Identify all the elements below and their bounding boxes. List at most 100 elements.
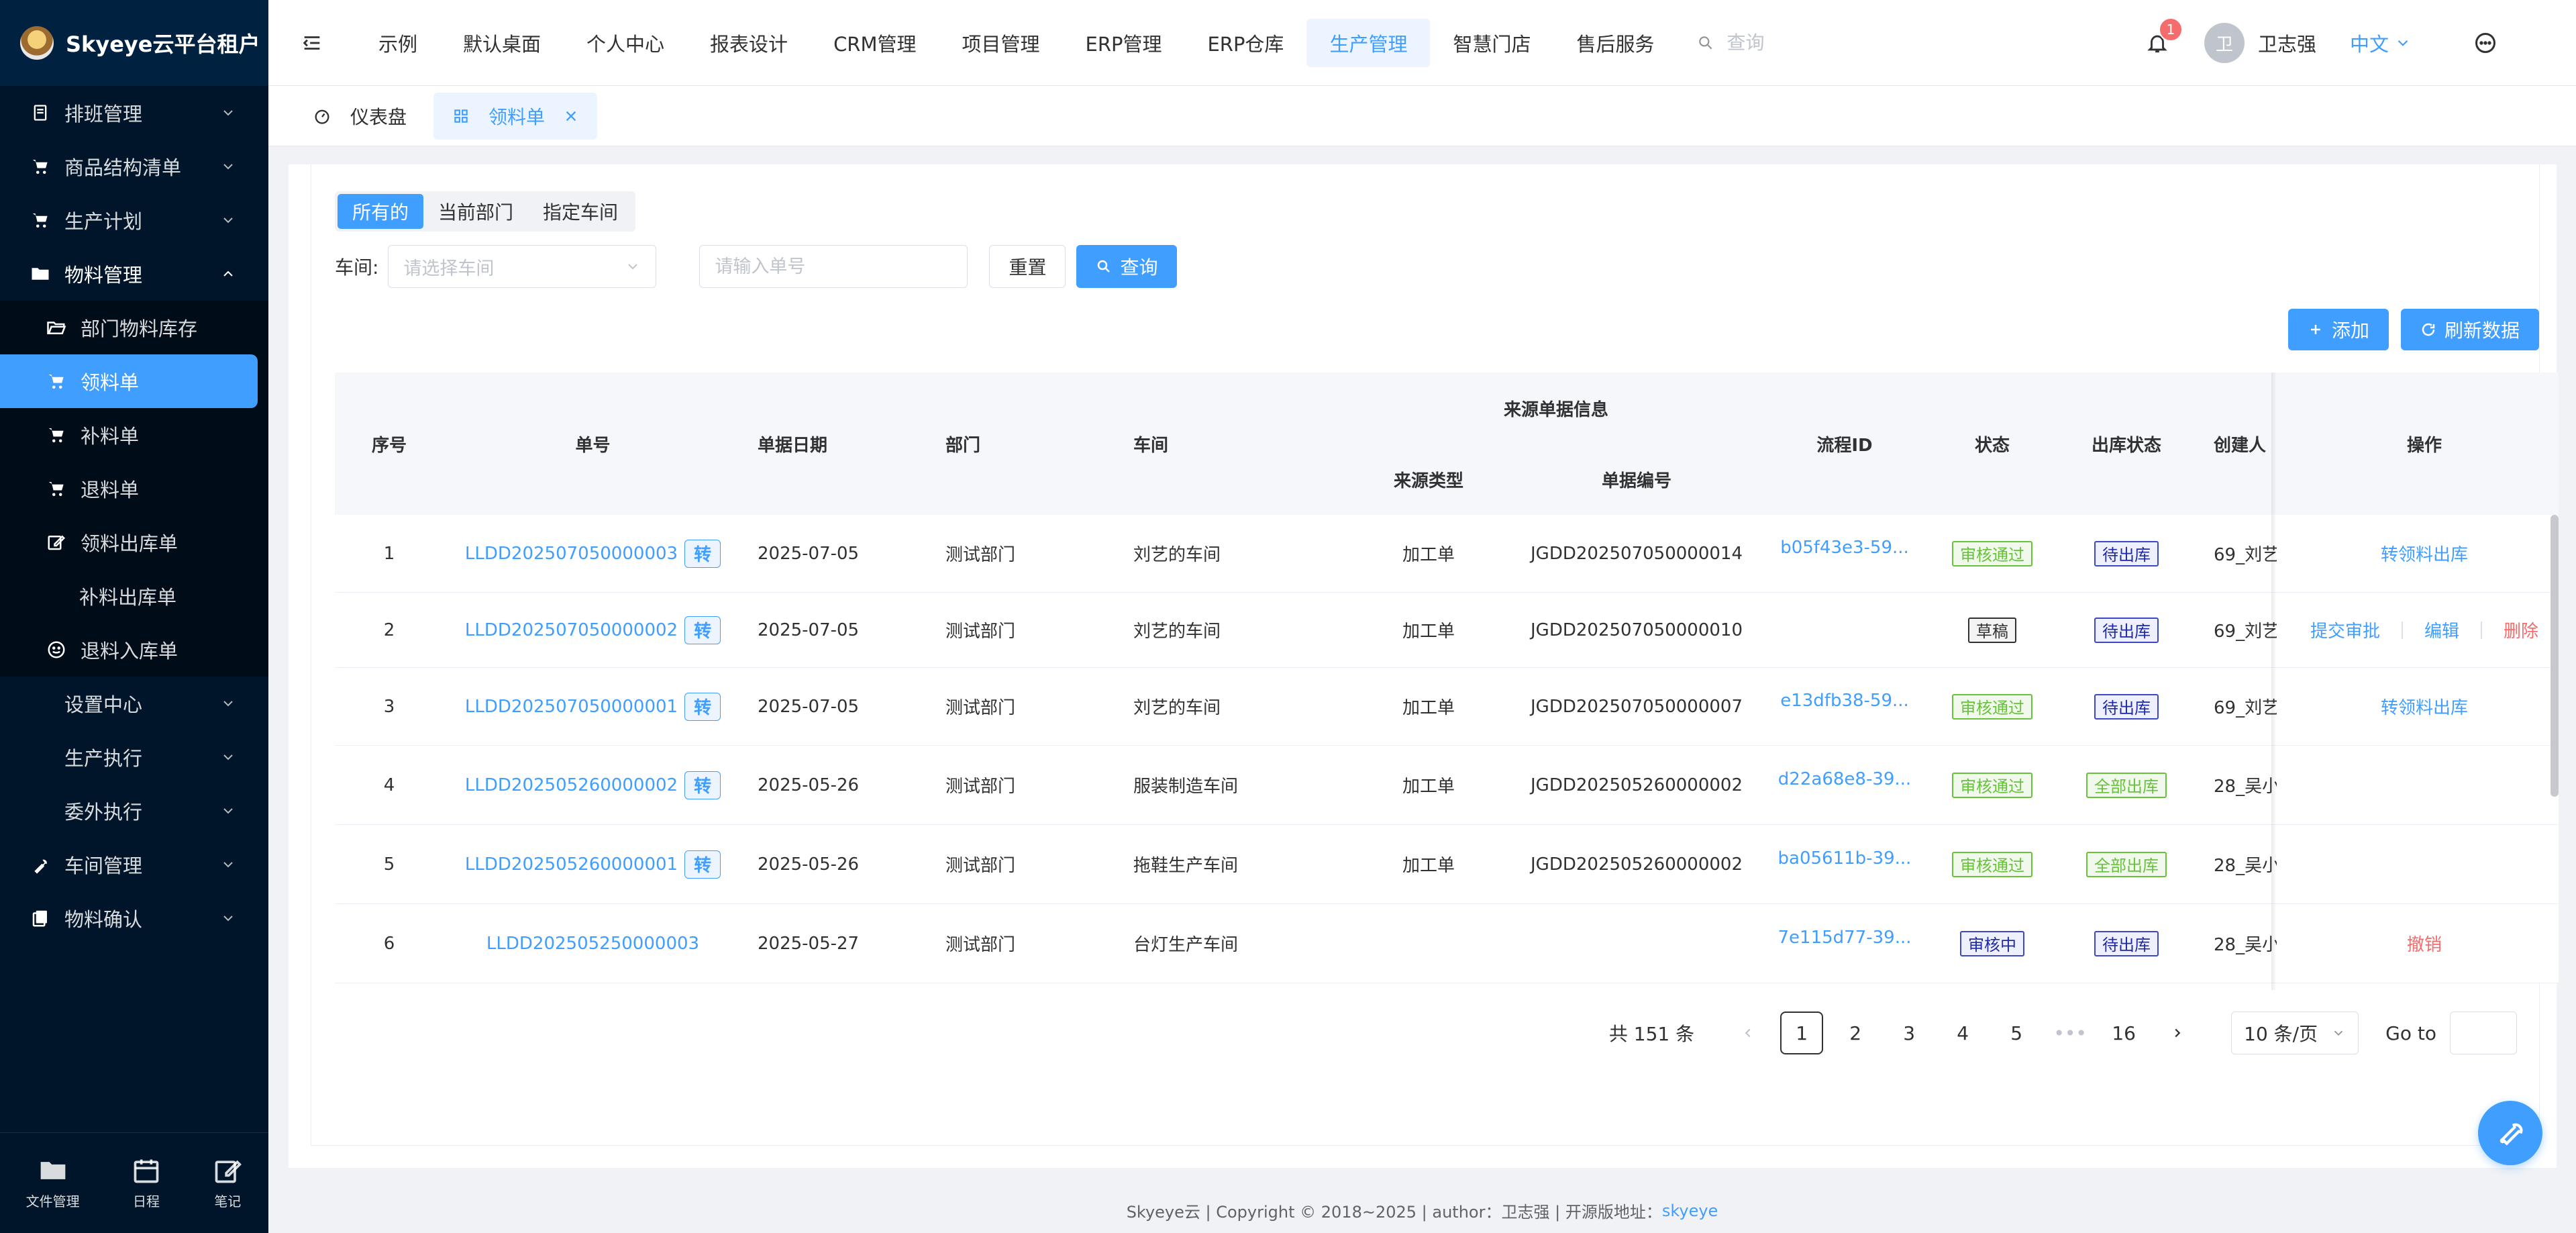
flow-id-link[interactable]: d22a68e8-39... xyxy=(1778,769,1911,789)
table-row[interactable]: 5 LLDD202505260000001 转 2025-05-26 测试部门 拖鞋生产车… xyxy=(335,825,2559,904)
avatar[interactable]: 卫 xyxy=(2204,23,2245,63)
page-4[interactable]: 4 xyxy=(1941,1012,1984,1054)
nav-report-design[interactable]: 报表设计 xyxy=(687,19,811,67)
query-button[interactable]: 查询 xyxy=(1076,245,1178,288)
convert-tag[interactable]: 转 xyxy=(684,539,721,568)
order-no-link[interactable]: LLDD202505250000003 xyxy=(486,934,699,954)
close-icon[interactable] xyxy=(564,109,578,124)
page-5[interactable]: 5 xyxy=(1995,1012,2038,1054)
table-row[interactable]: 2 LLDD202507050000002 转 2025-07-05 测试部门 刘艺的车间… xyxy=(335,593,2559,668)
cell-workshop: 服装制造车间 xyxy=(1133,746,1335,824)
add-button[interactable]: 添加 xyxy=(2287,309,2389,350)
sidebar-item-picking-order[interactable]: 领料单 xyxy=(0,354,258,408)
nav-examples[interactable]: 示例 xyxy=(356,19,440,67)
nav-personal-center[interactable]: 个人中心 xyxy=(564,19,687,67)
sidebar-item-production-exec[interactable]: 生产执行 xyxy=(0,730,268,784)
vertical-scrollbar[interactable] xyxy=(2551,515,2559,797)
table-row[interactable]: 4 LLDD202505260000002 转 2025-05-26 测试部门 服装制造车… xyxy=(335,746,2559,825)
table-row[interactable]: 1 LLDD202507050000003 转 2025-07-05 测试部门 刘艺的车间… xyxy=(335,515,2559,593)
convert-tag[interactable]: 转 xyxy=(684,692,721,721)
tab-dashboard[interactable]: 仪表盘 xyxy=(294,93,425,140)
sidebar-item-bom[interactable]: 商品结构清单 xyxy=(0,140,268,193)
page-16[interactable]: 16 xyxy=(2102,1012,2145,1054)
cell-date: 2025-07-05 xyxy=(758,515,932,592)
nav-erp-warehouse[interactable]: ERP仓库 xyxy=(1184,19,1306,67)
order-no-link[interactable]: LLDD202507050000003 xyxy=(465,544,678,564)
scope-all[interactable]: 所有的 xyxy=(338,194,424,229)
row-action-button[interactable]: 提交审批 xyxy=(2310,618,2380,642)
flow-id-link[interactable]: b05f43e3-59... xyxy=(1780,538,1909,558)
flow-id-link[interactable]: e13dfb38-59... xyxy=(1780,691,1909,711)
calendar-button[interactable]: 日程 xyxy=(132,1156,161,1210)
sidebar-item-picking-outbound[interactable]: 领料出库单 xyxy=(0,515,268,569)
nav-project[interactable]: 项目管理 xyxy=(939,19,1062,67)
refresh-button[interactable]: 刷新数据 xyxy=(2400,309,2539,350)
tools-float-button[interactable] xyxy=(2478,1101,2542,1165)
sidebar-item-return-inbound[interactable]: 退料入库单 xyxy=(0,623,268,677)
order-number-input[interactable] xyxy=(699,245,968,288)
table-row[interactable]: 3 LLDD202507050000001 转 2025-07-05 测试部门 刘艺的车间… xyxy=(335,668,2559,746)
workshop-label: 车间: xyxy=(335,256,379,279)
order-no-link[interactable]: LLDD202505260000001 xyxy=(465,854,678,875)
scope-current-dept[interactable]: 当前部门 xyxy=(423,194,528,229)
chat-button[interactable] xyxy=(2465,23,2506,63)
nav-default-desktop[interactable]: 默认桌面 xyxy=(440,19,564,67)
sidebar-item-material-confirm[interactable]: 物料确认 xyxy=(0,891,268,945)
sidebar-item-supplement-outbound[interactable]: 补料出库单 xyxy=(0,569,268,623)
collapse-sidebar-button[interactable] xyxy=(268,0,356,86)
sidebar-item-settings-center[interactable]: 设置中心 xyxy=(0,677,268,730)
row-action-button[interactable]: 撤销 xyxy=(2407,931,2442,956)
row-action-button[interactable]: 编辑 xyxy=(2424,618,2459,642)
nav-after-sales[interactable]: 售后服务 xyxy=(1553,19,1677,67)
table-row[interactable]: 6 LLDD202505250000003 2025-05-27 测试部门 台灯生产车间… xyxy=(335,904,2559,983)
prev-page-button[interactable] xyxy=(1727,1012,1769,1054)
cell-index: 6 xyxy=(335,904,444,983)
sidebar-item-production-plan[interactable]: 生产计划 xyxy=(0,193,268,247)
nav-crm[interactable]: CRM管理 xyxy=(811,19,939,67)
order-no-link[interactable]: LLDD202505260000002 xyxy=(465,775,678,795)
workshop-select[interactable]: 请选择车间 xyxy=(388,245,657,288)
page-ellipsis[interactable]: ••• xyxy=(2049,1012,2092,1054)
nav-erp[interactable]: ERP管理 xyxy=(1063,19,1185,67)
page-1[interactable]: 1 xyxy=(1780,1012,1824,1054)
sidebar-item-return-order[interactable]: 退料单 xyxy=(0,462,268,515)
row-action-button[interactable]: 转领料出库 xyxy=(2381,694,2468,719)
row-action-button[interactable]: 转领料出库 xyxy=(2381,541,2468,566)
scope-specified-workshop[interactable]: 指定车间 xyxy=(528,194,633,229)
language-select[interactable]: 中文 xyxy=(2350,29,2412,57)
next-page-button[interactable] xyxy=(2156,1012,2199,1054)
flow-id-link[interactable]: ba05611b-39... xyxy=(1778,848,1912,869)
tab-picking-order[interactable]: 领料单 xyxy=(433,92,598,140)
flow-id-link[interactable]: 7e115d77-39... xyxy=(1778,928,1911,948)
page-2[interactable]: 2 xyxy=(1834,1012,1877,1054)
sidebar-item-supplement-order[interactable]: 补料单 xyxy=(0,408,268,462)
page-size-select[interactable]: 10 条/页 xyxy=(2231,1012,2359,1054)
convert-tag[interactable]: 转 xyxy=(684,771,721,799)
order-no-link[interactable]: LLDD202507050000001 xyxy=(465,697,678,717)
sidebar-item-material[interactable]: 物料管理 xyxy=(0,247,268,301)
row-action-button[interactable]: 删除 xyxy=(2504,618,2538,642)
order-no-link[interactable]: LLDD202507050000002 xyxy=(465,620,678,640)
sidebar-item-workshop-mgmt[interactable]: 车间管理 xyxy=(0,838,268,891)
nav-smart-store[interactable]: 智慧门店 xyxy=(1430,19,1553,67)
sidebar-item-schedule[interactable]: 排班管理 xyxy=(0,86,268,140)
reset-button[interactable]: 重置 xyxy=(989,245,1066,288)
file-manager-button[interactable]: 文件管理 xyxy=(26,1156,80,1210)
footer-link[interactable]: skyeye xyxy=(1662,1201,1718,1220)
th-workshop: 车间 xyxy=(1133,435,1169,456)
convert-tag[interactable]: 转 xyxy=(684,850,721,879)
nav-production[interactable]: 生产管理 xyxy=(1306,18,1431,67)
brand[interactable]: Skyeye云平台租户 xyxy=(0,0,268,86)
page-3[interactable]: 3 xyxy=(1888,1012,1930,1054)
row-date: 2025-05-27 xyxy=(758,933,860,954)
notification-button[interactable]: 1 xyxy=(2137,17,2183,63)
header-search-input[interactable] xyxy=(1727,32,1861,54)
notes-button[interactable]: 笔记 xyxy=(213,1156,242,1210)
convert-tag[interactable]: 转 xyxy=(684,615,721,644)
file-manager-label: 文件管理 xyxy=(25,1193,80,1210)
sidebar-item-label: 商品结构清单 xyxy=(64,156,182,179)
sidebar-item-outsource-exec[interactable]: 委外执行 xyxy=(0,784,268,838)
sidebar-item-dept-stock[interactable]: 部门物料库存 xyxy=(0,301,268,354)
username[interactable]: 卫志强 xyxy=(2258,29,2316,57)
goto-page-input[interactable] xyxy=(2450,1012,2517,1054)
